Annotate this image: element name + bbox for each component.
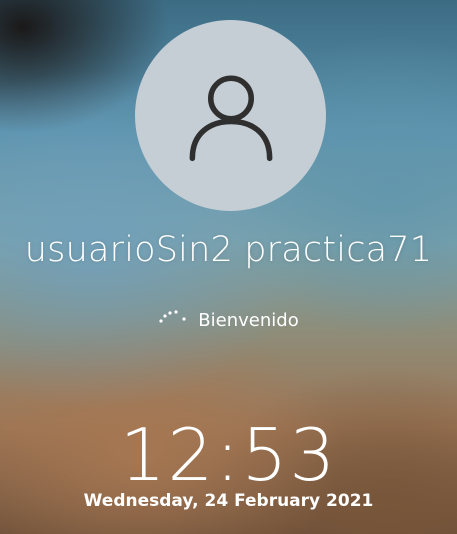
loading-spinner-icon	[159, 310, 186, 323]
status-text: Bienvenido	[198, 309, 299, 331]
user-avatar	[135, 20, 326, 211]
user-icon	[189, 75, 272, 161]
username: usuarioSin2 practica71	[24, 230, 433, 270]
clock-time: 12:53	[119, 413, 338, 497]
clock-date: Wednesday, 24 February 2021	[83, 491, 374, 511]
signin-status: Bienvenido	[0, 309, 457, 331]
